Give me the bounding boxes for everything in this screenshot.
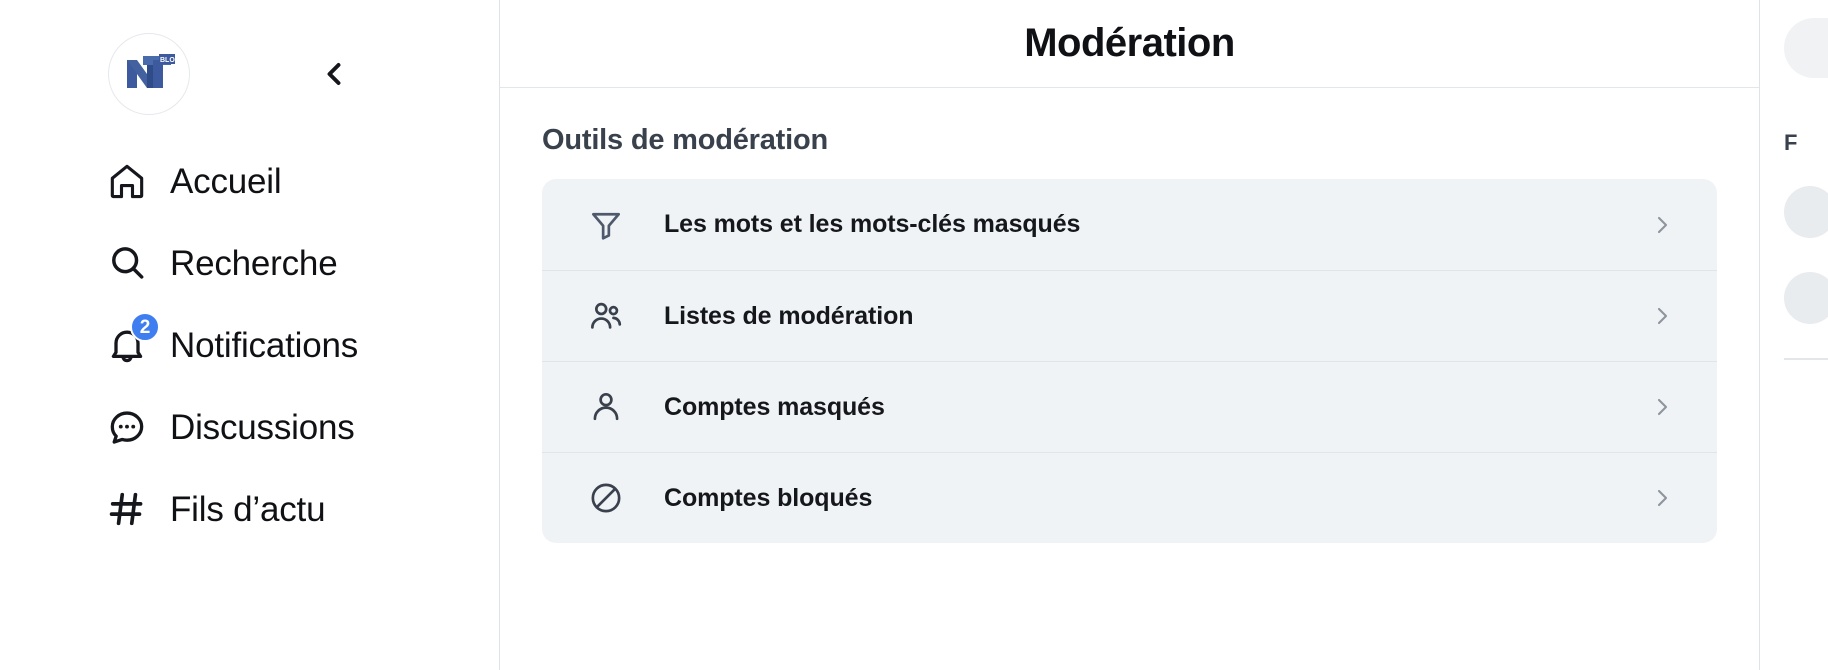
svg-text:BLOG: BLOG	[160, 57, 181, 64]
page-title: Modération	[1024, 21, 1235, 65]
avatar[interactable]: BLOG	[108, 33, 190, 115]
app-root: BLOG Accueil Recherche 2 Notifications D…	[0, 0, 1828, 670]
sidebar-item-label: Fils d’actu	[170, 489, 326, 529]
tool-row-label: Listes de modération	[664, 301, 914, 330]
sidebar-item-label: Recherche	[170, 243, 338, 283]
hashtag-icon	[104, 486, 150, 532]
block-icon	[586, 478, 626, 518]
tool-row-mots-masques[interactable]: Les mots et les mots-clés masqués	[542, 179, 1717, 270]
tool-row-label: Comptes bloqués	[664, 483, 873, 512]
users-icon	[586, 296, 626, 336]
list-item[interactable]	[1784, 186, 1828, 238]
funnel-icon	[586, 205, 626, 245]
sidebar-item-fils-actu[interactable]: Fils d’actu	[0, 468, 499, 550]
sidebar-item-accueil[interactable]: Accueil	[0, 140, 499, 222]
bell-icon: 2	[104, 312, 160, 368]
main-header: Modération	[500, 0, 1759, 88]
sidebar-collapse-button[interactable]	[310, 50, 358, 98]
tool-row-label: Les mots et les mots-clés masqués	[664, 210, 1081, 238]
sidebar-item-label: Notifications	[170, 325, 359, 365]
sidebar-item-label: Discussions	[170, 407, 355, 447]
main-column: Modération Outils de modération Les mots…	[500, 0, 1760, 670]
tool-row-label: Comptes masqués	[664, 392, 885, 421]
main-body: Outils de modération Les mots et les mot…	[500, 88, 1759, 670]
sidebar-item-recherche[interactable]: Recherche	[0, 222, 499, 304]
search-icon	[104, 240, 150, 286]
sidebar-item-discussions[interactable]: Discussions	[0, 386, 499, 468]
avatar	[1784, 186, 1828, 238]
chevron-right-icon	[1649, 303, 1675, 329]
rail-divider	[1784, 358, 1828, 360]
sidebar-header: BLOG	[0, 0, 499, 118]
chat-bubble-icon	[104, 404, 150, 450]
chevron-right-icon	[1649, 394, 1675, 420]
tool-row-listes-moderation[interactable]: Listes de modération	[542, 270, 1717, 361]
avatar	[1784, 272, 1828, 324]
chevron-right-icon	[1649, 485, 1675, 511]
user-icon	[586, 387, 626, 427]
sidebar-item-label: Accueil	[170, 161, 282, 201]
home-icon	[104, 158, 150, 204]
sidebar-nav: Accueil Recherche 2 Notifications Discus…	[0, 140, 499, 550]
nt-blog-logo-icon: BLOG	[127, 54, 181, 88]
left-sidebar: BLOG Accueil Recherche 2 Notifications D…	[0, 0, 500, 670]
section-title: Outils de modération	[542, 124, 829, 156]
chevron-right-icon	[1649, 212, 1675, 238]
sidebar-item-notifications[interactable]: 2 Notifications	[0, 304, 499, 386]
list-item[interactable]	[1784, 272, 1828, 324]
tool-row-comptes-masques[interactable]: Comptes masqués	[542, 361, 1717, 452]
moderation-tools-card: Les mots et les mots-clés masqués Listes…	[542, 179, 1717, 543]
chevron-left-icon	[327, 63, 341, 85]
tool-row-comptes-bloques[interactable]: Comptes bloqués	[542, 452, 1717, 543]
right-rail: F	[1760, 0, 1828, 670]
notifications-badge: 2	[130, 312, 160, 342]
rail-search-input[interactable]	[1784, 18, 1828, 78]
rail-heading: F	[1784, 130, 1798, 155]
